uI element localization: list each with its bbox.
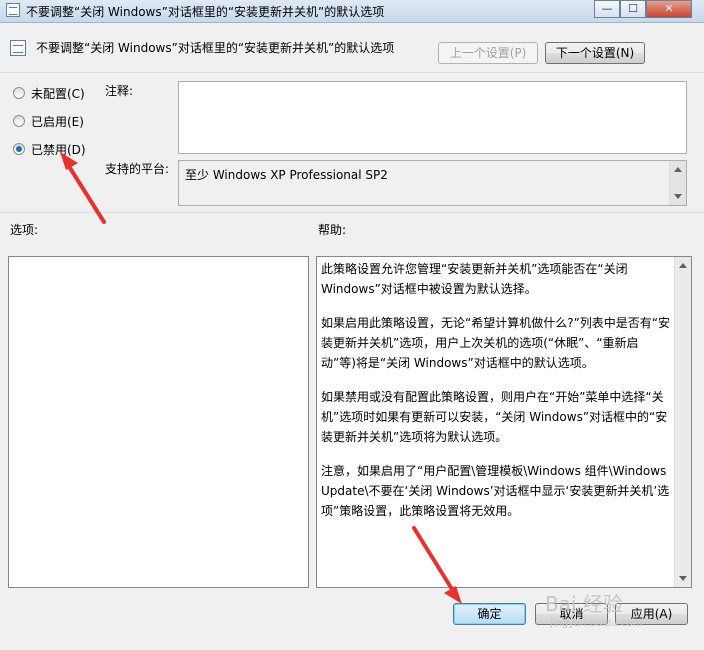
arrow-to-disabled-option	[60, 152, 106, 224]
arrow-to-ok-button	[412, 526, 462, 604]
annotation-arrows	[60, 152, 462, 604]
